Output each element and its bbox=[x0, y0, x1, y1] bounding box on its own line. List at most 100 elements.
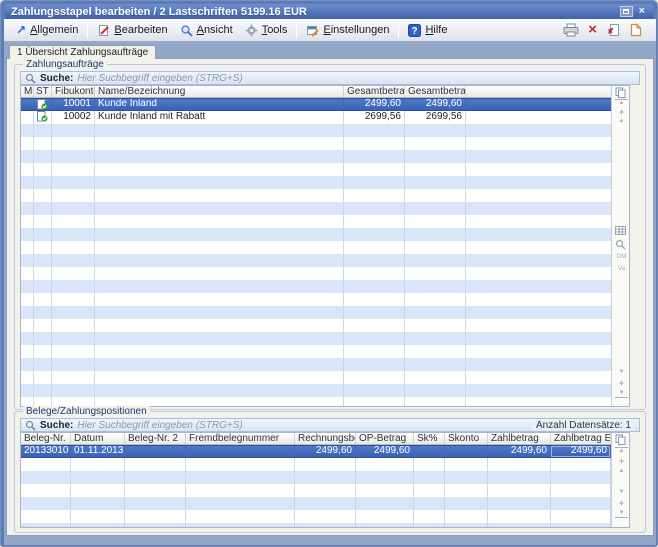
grid-view-icon[interactable] bbox=[615, 226, 628, 235]
close-button[interactable]: × bbox=[637, 6, 647, 17]
scroll-top-icon[interactable]: ▲ bbox=[615, 447, 628, 455]
table-row-empty[interactable] bbox=[21, 202, 611, 215]
table-row-empty[interactable] bbox=[21, 345, 611, 358]
menu-einstellungen[interactable]: Einstellungen bbox=[300, 22, 395, 39]
menu-allgemein[interactable]: ↗ Allgemein bbox=[10, 22, 84, 38]
table-row-empty[interactable] bbox=[21, 241, 611, 254]
table-row-empty[interactable] bbox=[21, 254, 611, 267]
table-row-empty[interactable] bbox=[21, 306, 611, 319]
cell-zahlbetrag-euro[interactable]: 2499,60 bbox=[551, 446, 611, 457]
cell-gesamtbetrag: 2699,56 bbox=[344, 111, 405, 124]
delete-icon[interactable]: × bbox=[588, 23, 597, 37]
orders-search-input[interactable] bbox=[77, 72, 635, 84]
column-header-gesamtbetrag[interactable]: Gesamtbetrag bbox=[344, 86, 405, 97]
table-row-empty[interactable] bbox=[21, 497, 611, 510]
table-row-empty[interactable] bbox=[21, 163, 611, 176]
cell-fremdbelegnummer bbox=[186, 446, 295, 457]
column-header-beleg-nr[interactable]: Beleg-Nr. bbox=[21, 433, 71, 444]
table-row-empty[interactable] bbox=[21, 384, 611, 397]
group-title: Zahlungsaufträge bbox=[23, 59, 107, 70]
table-row-empty[interactable] bbox=[21, 484, 611, 497]
positions-table: Beleg-Nr. Datum Beleg-Nr. 2 Fremdbelegnu… bbox=[20, 432, 630, 528]
scroll-top-icon[interactable]: ▲ bbox=[615, 99, 628, 107]
restore-button[interactable] bbox=[620, 6, 633, 17]
table-row-empty[interactable] bbox=[21, 358, 611, 371]
table-row-empty[interactable] bbox=[21, 280, 611, 293]
column-header-filler bbox=[466, 86, 611, 97]
document-check-icon bbox=[34, 111, 52, 124]
copy-grid-icon[interactable] bbox=[615, 87, 628, 98]
scroll-bottom-icon[interactable]: ▼ bbox=[615, 510, 628, 518]
cell-gesamtbetrag: 2499,60 bbox=[344, 99, 405, 110]
copy-grid-icon[interactable] bbox=[615, 434, 628, 445]
table-row-empty[interactable] bbox=[21, 124, 611, 137]
window-title: Zahlungsstapel bearbeiten / 2 Lastschrif… bbox=[5, 6, 307, 18]
scroll-up-icon[interactable]: ▲ bbox=[615, 468, 628, 475]
table-row-empty[interactable] bbox=[21, 523, 611, 527]
table-row-empty[interactable] bbox=[21, 371, 611, 384]
row-move-down-icon[interactable]: + bbox=[615, 499, 628, 508]
zoom-icon[interactable] bbox=[615, 239, 628, 250]
table-row-empty[interactable] bbox=[21, 332, 611, 345]
table-row-empty[interactable] bbox=[21, 471, 611, 484]
tab-uebersicht-zahlungsauftraege[interactable]: 1 Übersicht Zahlungsaufträge bbox=[9, 45, 156, 59]
column-header-beleg-nr-2[interactable]: Beleg-Nr. 2 bbox=[125, 433, 186, 444]
table-row-empty[interactable] bbox=[21, 267, 611, 280]
column-header-skonto[interactable]: Skonto bbox=[445, 433, 488, 444]
menu-bearbeiten[interactable]: Bearbeiten bbox=[91, 22, 173, 39]
table-row-empty[interactable] bbox=[21, 189, 611, 202]
menu-ansicht[interactable]: Ansicht bbox=[174, 22, 239, 39]
cell-sk-prozent bbox=[414, 446, 445, 457]
table-row-empty[interactable] bbox=[21, 397, 611, 406]
table-row-empty[interactable] bbox=[21, 510, 611, 523]
menu-label: Hilfe bbox=[425, 24, 447, 36]
column-header-fremdbelegnummer[interactable]: Fremdbelegnummer bbox=[186, 433, 295, 444]
column-header-op-betrag[interactable]: OP-Betrag bbox=[356, 433, 414, 444]
column-header-m[interactable]: M bbox=[21, 86, 34, 97]
scroll-down-icon[interactable]: ▼ bbox=[615, 489, 628, 496]
table-row-empty[interactable] bbox=[21, 228, 611, 241]
cell-rechnungsbetrag: 2499,60 bbox=[295, 446, 356, 457]
cell-skonto bbox=[445, 446, 488, 457]
orders-table: M ST Fibukonto Name/Bezeichnung Gesamtbe… bbox=[20, 85, 630, 407]
va-icon[interactable]: Va bbox=[615, 265, 628, 273]
menu-tools[interactable]: Tools bbox=[239, 22, 294, 39]
column-header-name[interactable]: Name/Bezeichnung bbox=[95, 86, 344, 97]
table-row-empty[interactable] bbox=[21, 150, 611, 163]
positions-grid: Beleg-Nr. Datum Beleg-Nr. 2 Fremdbelegnu… bbox=[21, 433, 611, 527]
restore-icon bbox=[623, 9, 629, 14]
scroll-down-icon[interactable]: ▼ bbox=[615, 369, 628, 376]
table-row-empty[interactable] bbox=[21, 215, 611, 228]
column-header-fibukonto[interactable]: Fibukonto bbox=[52, 86, 95, 97]
column-header-datum[interactable]: Datum bbox=[71, 433, 125, 444]
menu-hilfe[interactable]: ? Hilfe bbox=[402, 22, 453, 39]
row-move-up-icon[interactable]: + bbox=[615, 108, 628, 117]
table-row-empty[interactable] bbox=[21, 176, 611, 189]
menu-separator bbox=[87, 22, 88, 38]
row-move-down-icon[interactable]: + bbox=[615, 379, 628, 388]
positions-search-input[interactable] bbox=[77, 419, 528, 431]
column-header-rechnungsbetrag[interactable]: Rechnungsbetrag bbox=[295, 433, 356, 444]
export-document-icon[interactable] bbox=[606, 23, 620, 37]
table-row-empty[interactable] bbox=[21, 458, 611, 471]
table-row-selected[interactable]: 10001 Kunde Inland 2499,60 2499,60 bbox=[21, 98, 611, 111]
search-icon bbox=[25, 73, 36, 84]
column-header-gesamtbetrag-euro[interactable]: Gesamtbetrag Euro bbox=[405, 86, 466, 97]
column-header-zahlbetrag[interactable]: Zahlbetrag bbox=[488, 433, 551, 444]
column-header-zahlbetrag-euro[interactable]: Zahlbetrag Euro bbox=[551, 433, 611, 444]
print-icon[interactable] bbox=[563, 23, 579, 37]
table-row-empty[interactable] bbox=[21, 293, 611, 306]
table-row-empty[interactable] bbox=[21, 319, 611, 332]
menu-separator bbox=[296, 22, 297, 38]
new-document-icon[interactable] bbox=[629, 23, 642, 37]
column-header-st[interactable]: ST bbox=[34, 86, 52, 97]
table-row-empty[interactable] bbox=[21, 137, 611, 150]
scroll-up-icon[interactable]: ▲ bbox=[615, 118, 628, 125]
table-row-selected[interactable]: 20133010 01.11.2013 /Fr 2499,60 2499,60 … bbox=[21, 445, 611, 458]
help-icon: ? bbox=[408, 24, 421, 37]
column-header-sk-prozent[interactable]: Sk% bbox=[414, 433, 445, 444]
table-row[interactable]: 10002 Kunde Inland mit Rabatt 2699,56 26… bbox=[21, 111, 611, 124]
row-move-up-icon[interactable]: + bbox=[615, 457, 628, 466]
dm-currency-icon[interactable]: DM bbox=[615, 253, 628, 261]
scroll-bottom-icon[interactable]: ▼ bbox=[615, 390, 628, 398]
